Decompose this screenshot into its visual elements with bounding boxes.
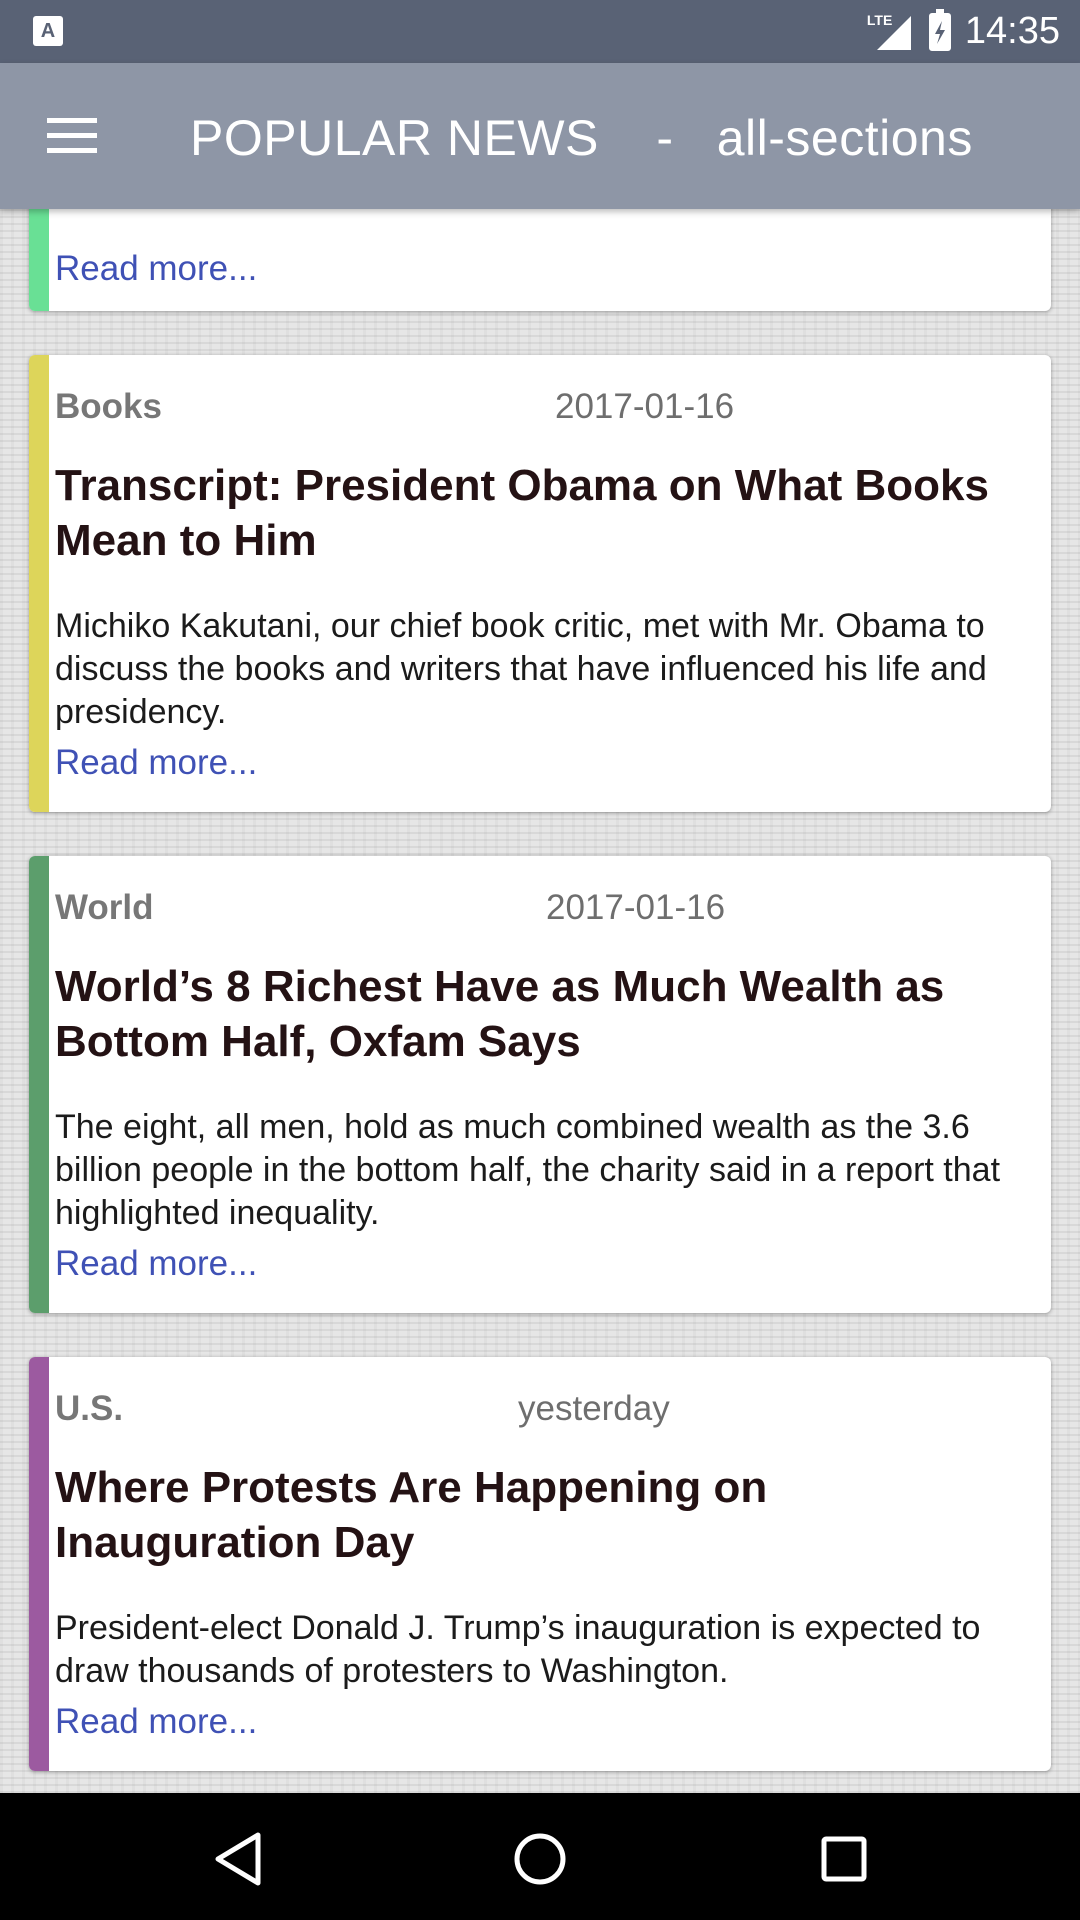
signal-icon: LTE: [867, 12, 915, 52]
article-section: U.S.: [55, 1389, 124, 1428]
section-accent-bar: [29, 1357, 49, 1771]
status-time: 14:35: [964, 10, 1060, 52]
hamburger-menu-icon[interactable]: [47, 118, 99, 154]
article-summary: President-elect Donald J. Trump’s inaugu…: [55, 1609, 981, 1690]
section-accent-bar: [29, 856, 49, 1313]
read-more-link[interactable]: Read more...: [55, 1244, 257, 1284]
section-accent-bar: [29, 355, 49, 812]
article-card[interactable]: Books 2017-01-16 Transcript: President O…: [29, 355, 1051, 812]
article-summary: The eight, all men, hold as much combine…: [55, 1108, 1001, 1232]
read-more-link[interactable]: Read more...: [55, 743, 257, 783]
article-headline[interactable]: Transcript: President Obama on What Book…: [55, 458, 1035, 568]
article-summary: Michiko Kakutani, our chief book critic,…: [55, 607, 987, 731]
status-icons: LTE 14:35: [867, 0, 1060, 63]
battery-icon: [928, 8, 951, 51]
read-more-link[interactable]: Read more...: [55, 249, 257, 289]
notification-a-icon: A: [33, 16, 63, 46]
home-icon[interactable]: [513, 1831, 567, 1887]
article-list[interactable]: Read more... Books 2017-01-16 Transcript…: [0, 209, 1080, 1793]
article-section: Books: [55, 387, 162, 426]
article-date: 2017-01-16: [555, 387, 735, 426]
article-date: yesterday: [518, 1389, 670, 1428]
section-accent-bar: [29, 209, 49, 311]
recents-icon[interactable]: [820, 1831, 868, 1887]
article-card[interactable]: Read more...: [29, 209, 1051, 311]
article-headline[interactable]: World’s 8 Richest Have as Much Wealth as…: [55, 959, 1035, 1069]
article-card[interactable]: World 2017-01-16 World’s 8 Richest Have …: [29, 856, 1051, 1313]
app-title: POPULAR NEWS - all-sections: [190, 110, 973, 166]
read-more-link[interactable]: Read more...: [55, 1702, 257, 1742]
app-bar: POPULAR NEWS - all-sections: [0, 63, 1080, 209]
article-section: World: [55, 888, 154, 927]
article-card[interactable]: U.S. yesterday Where Protests Are Happen…: [29, 1357, 1051, 1771]
article-date: 2017-01-16: [546, 888, 726, 927]
back-icon[interactable]: [212, 1831, 264, 1887]
navigation-bar: [0, 1793, 1080, 1920]
status-bar: A LTE 14:35: [0, 0, 1080, 63]
article-headline[interactable]: Where Protests Are Happening on Inaugura…: [55, 1460, 1035, 1570]
